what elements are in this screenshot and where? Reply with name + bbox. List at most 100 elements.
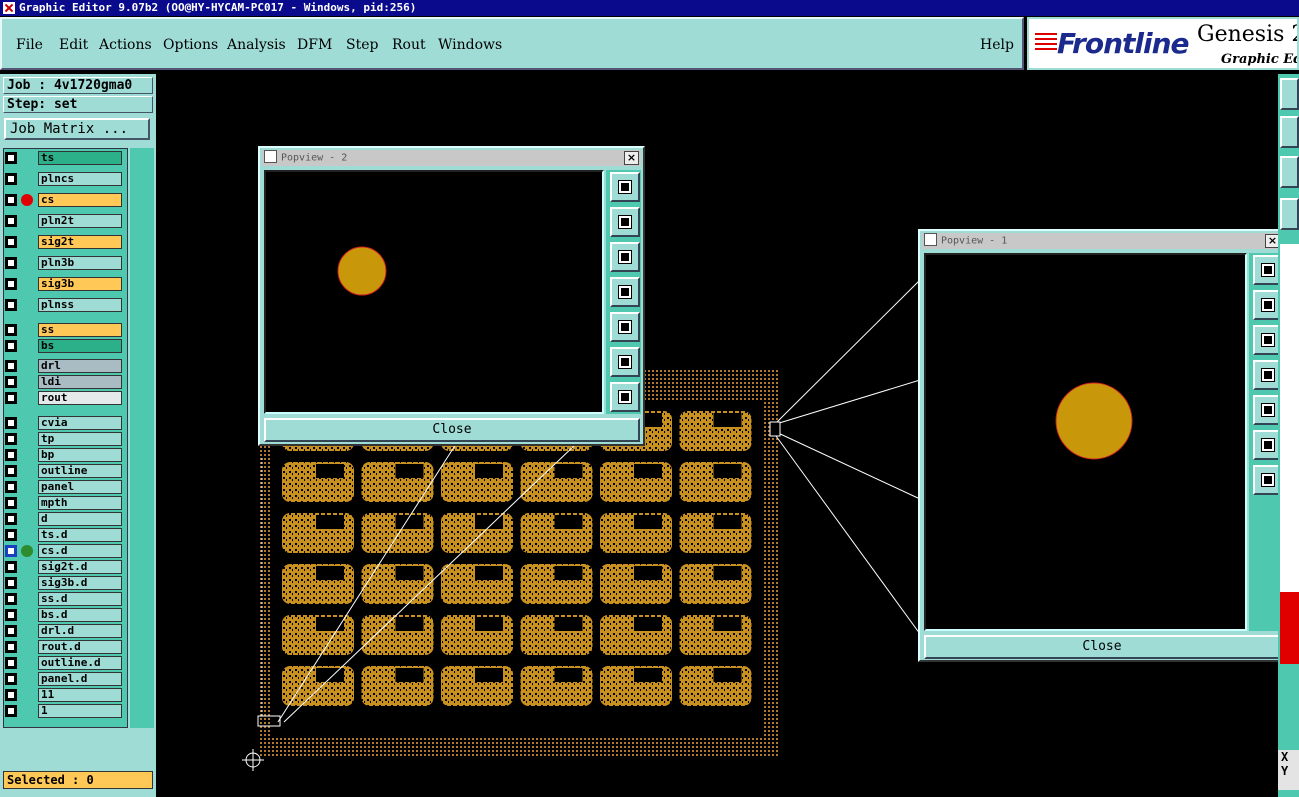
zoom-in-button[interactable]: [610, 347, 640, 377]
layer-checkbox[interactable]: [5, 278, 17, 290]
layer-checkbox[interactable]: [5, 529, 17, 541]
menu-dfm[interactable]: DFM: [297, 37, 332, 53]
color-swatch[interactable]: [1280, 592, 1299, 664]
layer-name[interactable]: 11: [38, 688, 122, 702]
layer-checkbox[interactable]: [5, 609, 17, 621]
layer-row[interactable]: ts.d: [3, 528, 123, 542]
layer-row[interactable]: outline.d: [3, 656, 123, 670]
layer-name[interactable]: cs: [38, 193, 122, 207]
layer-checkbox[interactable]: [5, 299, 17, 311]
layer-row[interactable]: outline: [3, 464, 123, 478]
layer-name[interactable]: sig2t.d: [38, 560, 122, 574]
layer-name[interactable]: d: [38, 512, 122, 526]
layer-row[interactable]: pln2t: [3, 214, 123, 228]
layer-row[interactable]: drl: [3, 359, 123, 373]
menu-rout[interactable]: Rout: [392, 37, 426, 53]
menu-options[interactable]: Options: [163, 37, 218, 53]
pan-right-button[interactable]: [610, 312, 640, 342]
layer-row[interactable]: sig2t.d: [3, 560, 123, 574]
layer-list-scrollbar[interactable]: [130, 148, 154, 728]
layer-name[interactable]: panel.d: [38, 672, 122, 686]
layer-checkbox[interactable]: [5, 625, 17, 637]
pan-left-button[interactable]: [610, 277, 640, 307]
menu-step[interactable]: Step: [346, 37, 378, 53]
layer-row[interactable]: pln3b: [3, 256, 123, 270]
layer-name[interactable]: sig2t: [38, 235, 122, 249]
layer-name[interactable]: outline.d: [38, 656, 122, 670]
layer-checkbox[interactable]: [5, 417, 17, 429]
layer-row[interactable]: ss: [3, 323, 123, 337]
layer-name[interactable]: rout: [38, 391, 122, 405]
layer-name[interactable]: bp: [38, 448, 122, 462]
layer-checkbox[interactable]: [5, 577, 17, 589]
tool-button[interactable]: [1280, 116, 1299, 148]
layer-name[interactable]: pln2t: [38, 214, 122, 228]
layer-row[interactable]: bs: [3, 339, 123, 353]
layer-name[interactable]: ts: [38, 151, 122, 165]
layer-name[interactable]: panel: [38, 480, 122, 494]
layer-checkbox[interactable]: [5, 497, 17, 509]
layer-checkbox[interactable]: [5, 481, 17, 493]
layer-row[interactable]: ldi: [3, 375, 123, 389]
layer-name[interactable]: 1: [38, 704, 122, 718]
zoom-out-button[interactable]: [610, 382, 640, 412]
popview-1-view[interactable]: [924, 253, 1247, 631]
layer-row[interactable]: bp: [3, 448, 123, 462]
layer-name[interactable]: bs.d: [38, 608, 122, 622]
layer-checkbox[interactable]: [5, 236, 17, 248]
pan-up-button[interactable]: [610, 207, 640, 237]
layer-row[interactable]: d: [3, 512, 123, 526]
layer-checkbox[interactable]: [5, 152, 17, 164]
layer-checkbox[interactable]: [5, 449, 17, 461]
layer-checkbox[interactable]: [5, 173, 17, 185]
layer-checkbox[interactable]: [5, 513, 17, 525]
layer-checkbox[interactable]: [5, 376, 17, 388]
layer-row[interactable]: 1: [3, 704, 123, 718]
layer-checkbox[interactable]: [5, 593, 17, 605]
layer-name[interactable]: sig3b.d: [38, 576, 122, 590]
layer-row[interactable]: mpth: [3, 496, 123, 510]
layer-name[interactable]: rout.d: [38, 640, 122, 654]
layer-row[interactable]: bs.d: [3, 608, 123, 622]
tool-button[interactable]: [1280, 198, 1299, 230]
menu-file[interactable]: File: [16, 37, 43, 53]
layer-name[interactable]: ss: [38, 323, 122, 337]
menu-actions[interactable]: Actions: [99, 37, 152, 53]
layer-row[interactable]: cvia: [3, 416, 123, 430]
menu-help[interactable]: Help: [980, 37, 1014, 53]
layer-row[interactable]: ts: [3, 151, 123, 165]
layer-row[interactable]: sig3b: [3, 277, 123, 291]
layer-row[interactable]: plnss: [3, 298, 123, 312]
layer-name[interactable]: pln3b: [38, 256, 122, 270]
layer-row[interactable]: panel.d: [3, 672, 123, 686]
menu-windows[interactable]: Windows: [438, 37, 502, 53]
layer-name[interactable]: sig3b: [38, 277, 122, 291]
layer-row[interactable]: rout.d: [3, 640, 123, 654]
layer-row[interactable]: panel: [3, 480, 123, 494]
layer-name[interactable]: cvia: [38, 416, 122, 430]
layer-checkbox[interactable]: [5, 340, 17, 352]
job-matrix-button[interactable]: Job Matrix ...: [4, 118, 150, 140]
layer-checkbox[interactable]: [5, 657, 17, 669]
layer-name[interactable]: ts.d: [38, 528, 122, 542]
layer-row[interactable]: sig2t: [3, 235, 123, 249]
layer-name[interactable]: mpth: [38, 496, 122, 510]
layer-row[interactable]: tp: [3, 432, 123, 446]
tool-button[interactable]: [1280, 78, 1299, 110]
layer-checkbox[interactable]: [5, 257, 17, 269]
layer-row[interactable]: sig3b.d: [3, 576, 123, 590]
layer-checkbox[interactable]: [5, 545, 17, 557]
zoom-home-button[interactable]: [610, 172, 640, 202]
layer-row[interactable]: cs.d: [3, 544, 123, 558]
layer-name[interactable]: plncs: [38, 172, 122, 186]
layer-name[interactable]: tp: [38, 432, 122, 446]
layer-name[interactable]: cs.d: [38, 544, 122, 558]
layer-name[interactable]: ss.d: [38, 592, 122, 606]
pan-down-button[interactable]: [610, 242, 640, 272]
layer-row[interactable]: 11: [3, 688, 123, 702]
layer-checkbox[interactable]: [5, 215, 17, 227]
layer-checkbox[interactable]: [5, 392, 17, 404]
layer-checkbox[interactable]: [5, 689, 17, 701]
layer-name[interactable]: plnss: [38, 298, 122, 312]
layer-row[interactable]: drl.d: [3, 624, 123, 638]
